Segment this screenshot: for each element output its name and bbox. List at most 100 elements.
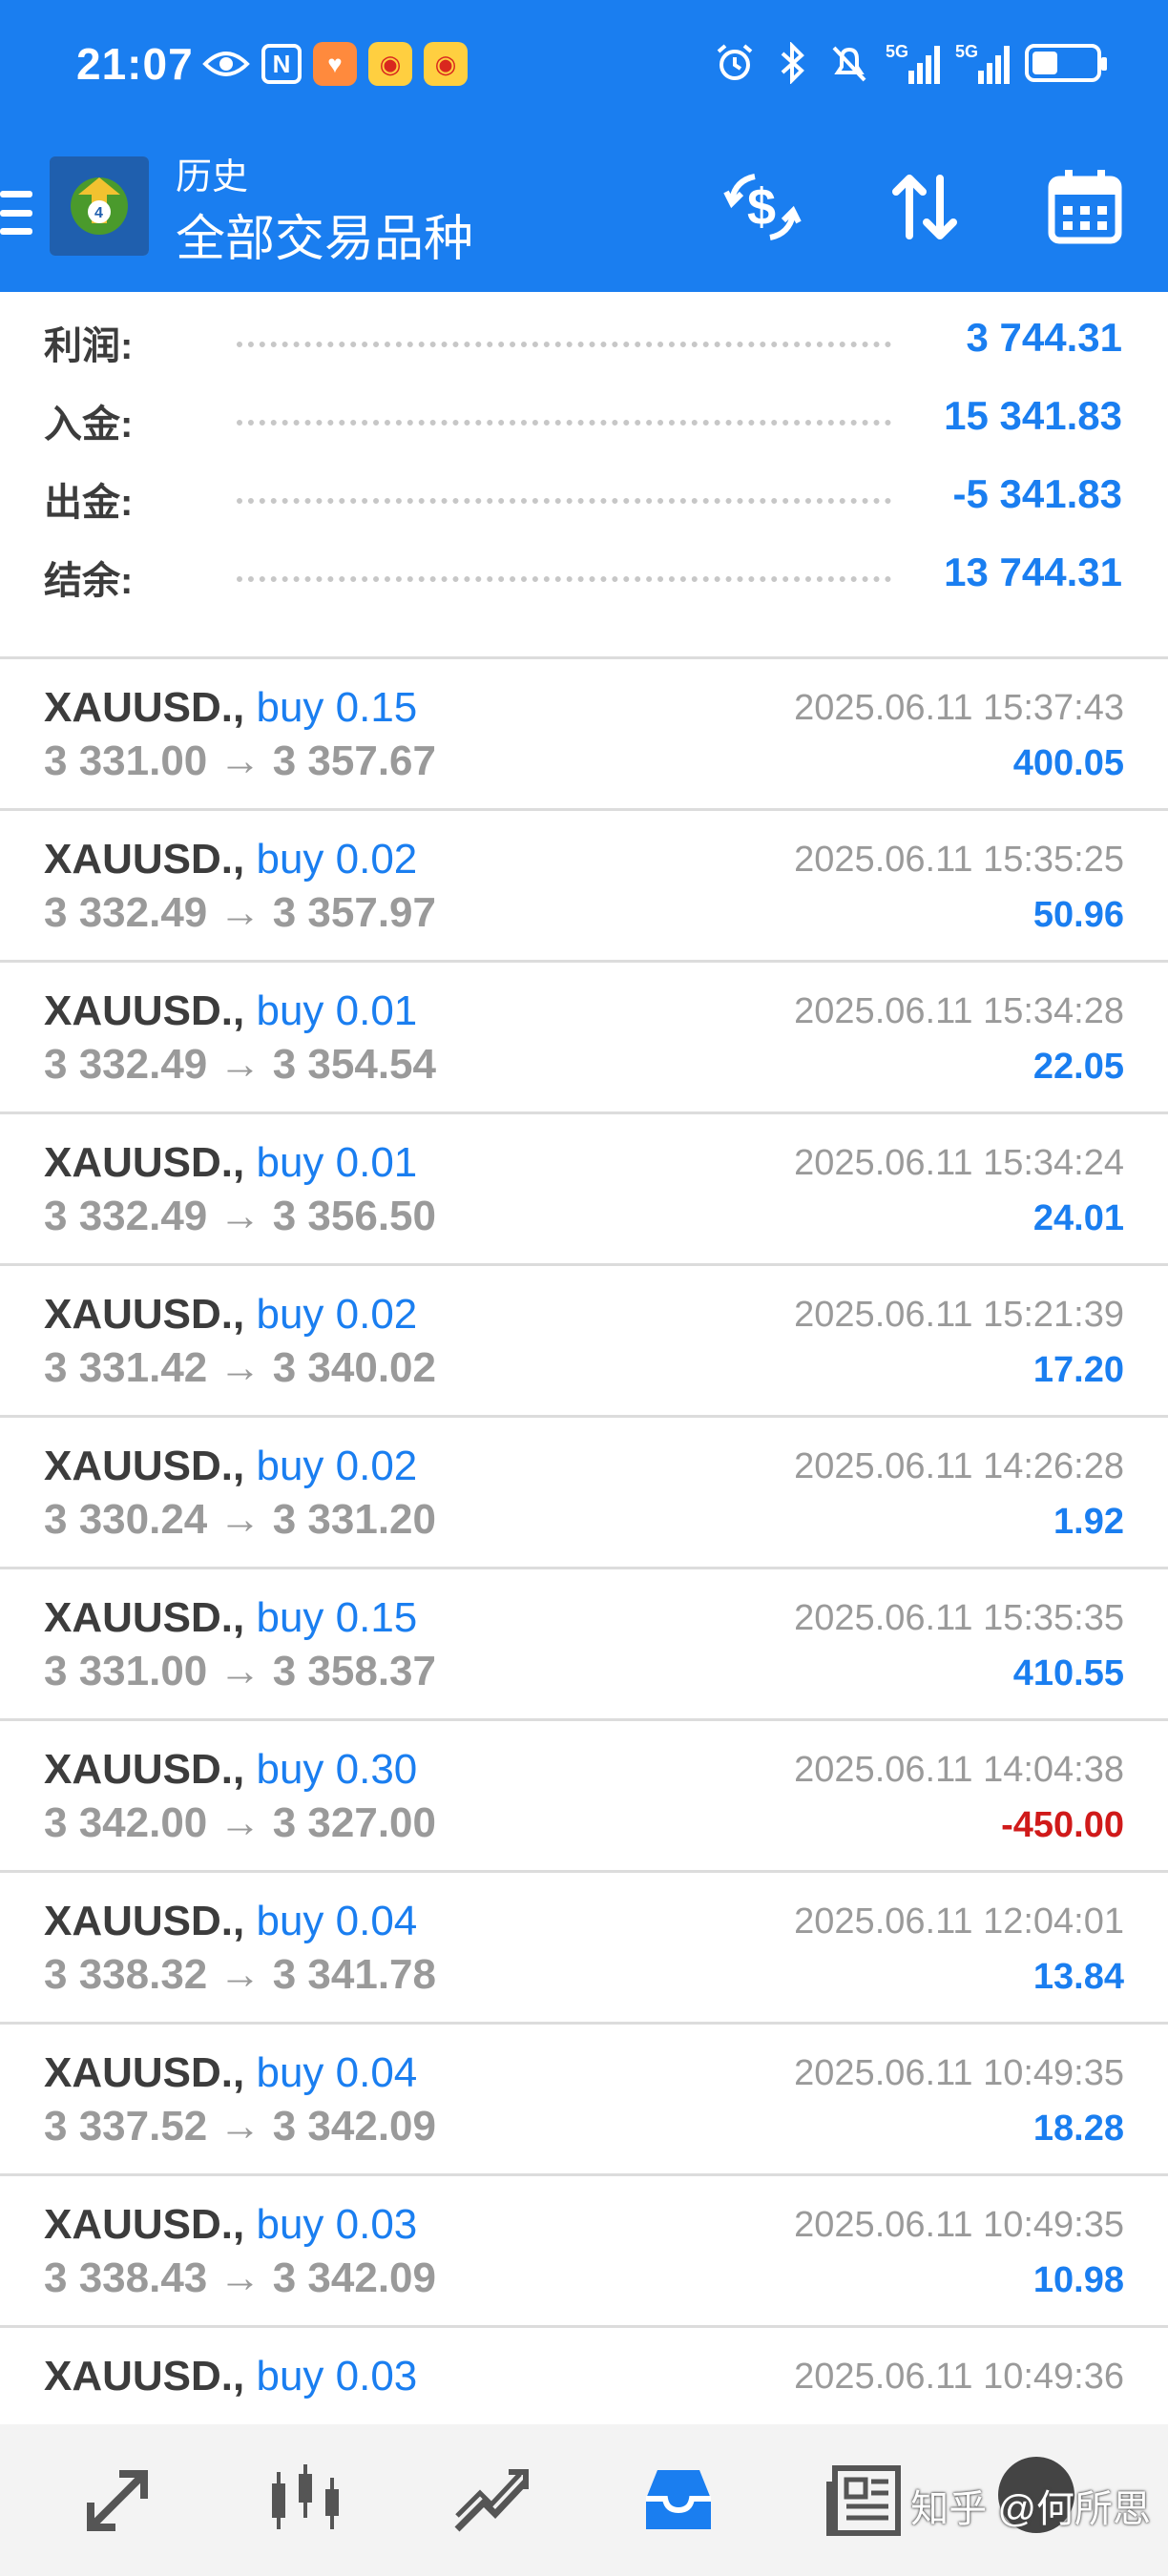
trade-row[interactable]: XAUUSD., buy 0.02 3 332.49 → 3 357.97 20… bbox=[0, 811, 1168, 963]
trade-side: buy 0.01 bbox=[244, 1139, 418, 1186]
trade-row[interactable]: XAUUSD., buy 0.04 3 338.32 → 3 341.78 20… bbox=[0, 1873, 1168, 2025]
trade-symbol-line: XAUUSD., buy 0.04 bbox=[44, 2049, 417, 2097]
deposit-withdraw-button[interactable]: $ bbox=[720, 164, 805, 250]
trade-profit: 50.96 bbox=[1032, 895, 1124, 935]
trade-time: 2025.06.11 15:34:24 bbox=[794, 1143, 1124, 1183]
trade-history-list[interactable]: XAUUSD., buy 0.15 3 331.00 → 3 357.67 20… bbox=[0, 659, 1168, 2424]
nav-news[interactable] bbox=[823, 2461, 908, 2541]
toolbar: 4 历史 全部交易品种 $ bbox=[0, 143, 1168, 286]
summary-value: 15 341.83 bbox=[944, 393, 1122, 438]
trade-prices: 3 331.00 → 3 357.67 bbox=[44, 737, 436, 784]
trade-symbol: XAUUSD., bbox=[44, 1898, 245, 1944]
metatrader-logo-icon: 4 bbox=[50, 156, 149, 256]
trade-prices: 3 337.52 → 3 342.09 bbox=[44, 2103, 436, 2150]
trade-time: 2025.06.11 15:35:35 bbox=[794, 1598, 1124, 1638]
trade-symbol: XAUUSD., bbox=[44, 684, 245, 731]
trade-symbol: XAUUSD., bbox=[44, 1594, 245, 1641]
trade-profit: 24.01 bbox=[1032, 1198, 1124, 1238]
chart-icon bbox=[272, 2464, 339, 2529]
svg-text:$: $ bbox=[747, 178, 776, 236]
signal-icon: 5G bbox=[886, 42, 940, 84]
trade-side: buy 0.03 bbox=[244, 2353, 418, 2399]
trade-row[interactable]: XAUUSD., buy 0.04 3 337.52 → 3 342.09 20… bbox=[0, 2025, 1168, 2176]
mute-bell-icon bbox=[832, 46, 866, 82]
trade-row[interactable]: XAUUSD., buy 0.03 3 338.43 → 3 342.09 20… bbox=[0, 2176, 1168, 2328]
trade-row[interactable]: XAUUSD., buy 0.02 3 330.24 → 3 331.20 20… bbox=[0, 1418, 1168, 1569]
trade-profit: 400.05 bbox=[1012, 743, 1124, 783]
trade-time: 2025.06.11 12:04:01 bbox=[794, 1901, 1124, 1942]
calendar-icon bbox=[1048, 170, 1122, 244]
trade-time: 2025.06.11 10:49:35 bbox=[794, 2053, 1124, 2093]
trade-row[interactable]: XAUUSD., buy 0.01 3 332.49 → 3 356.50 20… bbox=[0, 1114, 1168, 1266]
history-icon bbox=[646, 2470, 711, 2529]
trade-symbol: XAUUSD., bbox=[44, 987, 245, 1034]
nav-history[interactable] bbox=[636, 2461, 721, 2541]
signal-icon-2: 5G bbox=[955, 42, 1010, 84]
nav-trade[interactable] bbox=[448, 2461, 534, 2541]
trade-time: 2025.06.11 10:49:35 bbox=[794, 2205, 1124, 2245]
trade-symbol-line: XAUUSD., buy 0.03 bbox=[44, 2201, 417, 2249]
quotes-icon bbox=[87, 2470, 148, 2531]
trade-symbol-line: XAUUSD., buy 0.02 bbox=[44, 1291, 417, 1339]
trade-symbol-line: XAUUSD., buy 0.15 bbox=[44, 684, 417, 732]
trade-time: 2025.06.11 10:49:36 bbox=[794, 2357, 1124, 2397]
trade-symbol-line: XAUUSD., buy 0.01 bbox=[44, 987, 417, 1035]
dollar-exchange-icon: $ bbox=[723, 174, 802, 240]
summary-label: 出金: bbox=[44, 482, 134, 524]
weibo-icon-2: ◉ bbox=[424, 42, 468, 86]
trade-symbol-line: XAUUSD., buy 0.03 bbox=[44, 2353, 417, 2400]
nav-chart[interactable] bbox=[261, 2461, 347, 2541]
trade-profit: 13.84 bbox=[1032, 1957, 1124, 1997]
signal-label: 5G bbox=[886, 42, 909, 61]
nfc-icon: N bbox=[261, 44, 302, 84]
dotted-leader bbox=[237, 576, 891, 582]
screen-title[interactable]: 全部交易品种 bbox=[176, 198, 473, 270]
trade-row[interactable]: XAUUSD., buy 0.15 3 331.00 → 3 358.37 20… bbox=[0, 1569, 1168, 1721]
summary-label: 入金: bbox=[44, 404, 134, 446]
trade-prices: 3 332.49 → 3 357.97 bbox=[44, 889, 436, 936]
status-bar: 21:07 N ♥ ◉ ◉ 5G 5G bbox=[0, 0, 1168, 134]
trade-symbol-line: XAUUSD., buy 0.02 bbox=[44, 1443, 417, 1490]
trade-symbol-line: XAUUSD., buy 0.04 bbox=[44, 1898, 417, 1945]
trade-row[interactable]: XAUUSD., buy 0.30 3 342.00 → 3 327.00 20… bbox=[0, 1721, 1168, 1873]
nav-quotes[interactable] bbox=[74, 2461, 160, 2541]
summary-value: -5 341.83 bbox=[952, 471, 1122, 516]
trade-profit: -450.00 bbox=[1001, 1805, 1124, 1845]
trade-row[interactable]: XAUUSD., buy 0.03 2025.06.11 10:49:36 bbox=[0, 2328, 1168, 2424]
trade-symbol: XAUUSD., bbox=[44, 1139, 245, 1186]
battery-icon bbox=[1025, 44, 1107, 82]
trade-profit: 410.55 bbox=[1012, 1653, 1124, 1693]
screen-subtitle: 历史 bbox=[176, 157, 249, 197]
news-icon bbox=[826, 2465, 901, 2536]
trade-profit: 1.92 bbox=[1053, 1502, 1124, 1542]
trade-profit: 17.20 bbox=[1032, 1350, 1124, 1390]
summary-row-deposit: 入金: 15 341.83 bbox=[0, 384, 1168, 462]
calendar-button[interactable] bbox=[1042, 164, 1128, 250]
menu-icon[interactable] bbox=[0, 191, 32, 235]
sort-arrows-icon bbox=[892, 175, 957, 239]
dotted-leader bbox=[237, 342, 891, 347]
signal-label-2: 5G bbox=[955, 42, 979, 61]
trade-symbol-line: XAUUSD., buy 0.15 bbox=[44, 1594, 417, 1642]
trade-side: buy 0.03 bbox=[244, 2201, 418, 2248]
trade-prices: 3 331.42 → 3 340.02 bbox=[44, 1344, 436, 1391]
trade-side: buy 0.02 bbox=[244, 836, 418, 883]
trade-profit: 22.05 bbox=[1032, 1047, 1124, 1087]
sort-button[interactable] bbox=[882, 164, 968, 250]
trade-side: buy 0.01 bbox=[244, 987, 418, 1034]
trade-symbol: XAUUSD., bbox=[44, 1746, 245, 1793]
trade-row[interactable]: XAUUSD., buy 0.15 3 331.00 → 3 357.67 20… bbox=[0, 659, 1168, 811]
trade-prices: 3 332.49 → 3 354.54 bbox=[44, 1041, 436, 1088]
app-logo[interactable]: 4 bbox=[50, 156, 149, 256]
watermark: 知乎 @何所思 bbox=[910, 2488, 1151, 2530]
trade-row[interactable]: XAUUSD., buy 0.01 3 332.49 → 3 354.54 20… bbox=[0, 963, 1168, 1114]
trade-time: 2025.06.11 15:34:28 bbox=[794, 991, 1124, 1031]
trade-side: buy 0.02 bbox=[244, 1443, 418, 1489]
summary-value: 3 744.31 bbox=[966, 315, 1123, 360]
trade-time: 2025.06.11 14:26:28 bbox=[794, 1446, 1124, 1486]
summary-label: 结余: bbox=[44, 560, 134, 602]
trade-prices: 3 338.43 → 3 342.09 bbox=[44, 2254, 436, 2301]
trade-symbol: XAUUSD., bbox=[44, 1443, 245, 1489]
trade-row[interactable]: XAUUSD., buy 0.02 3 331.42 → 3 340.02 20… bbox=[0, 1266, 1168, 1418]
dotted-leader bbox=[237, 420, 891, 426]
